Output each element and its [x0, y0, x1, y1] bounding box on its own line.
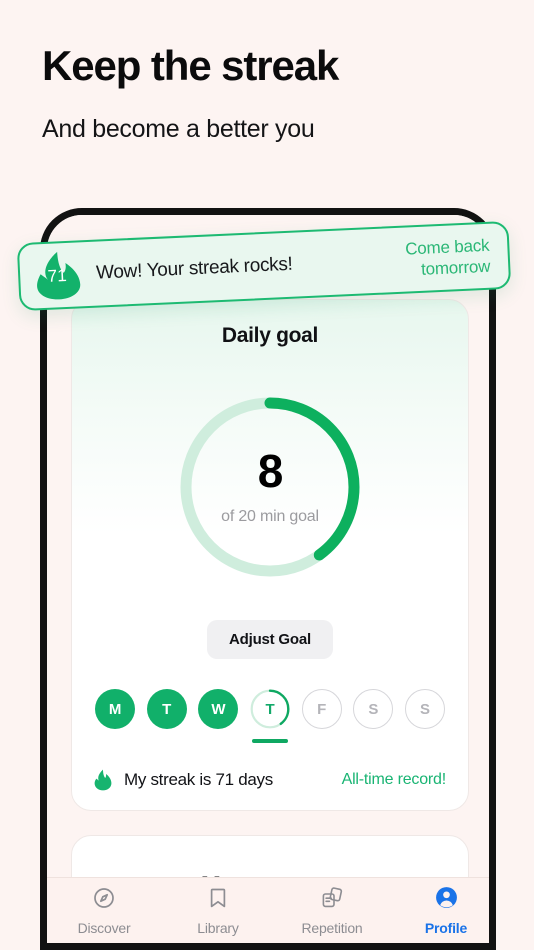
- minutes-done-value: 8: [257, 445, 284, 497]
- adjust-goal-row: Adjust Goal: [72, 620, 468, 659]
- day-circle-done: T: [146, 689, 187, 729]
- streak-summary-row: My streak is 71 days All-time record!: [72, 769, 468, 791]
- active-day-underline: [251, 739, 288, 743]
- day-circle-future: F: [301, 689, 342, 729]
- goal-subtitle: of 20 min goal: [221, 508, 319, 525]
- nav-label: Profile: [424, 920, 468, 936]
- nav-item-repetition[interactable]: Repetition: [275, 886, 389, 936]
- nav-item-library[interactable]: Library: [161, 886, 275, 936]
- nav-label: Discover: [77, 919, 131, 936]
- day-circle-active: T: [250, 689, 290, 729]
- week-day-4[interactable]: F: [301, 689, 343, 729]
- streak-count-value: 71: [47, 265, 68, 286]
- bookmark-icon: [206, 886, 230, 915]
- phone-screen: Daily goal 8 of 20 min goal Adjust Goal …: [47, 215, 489, 943]
- compass-icon: [92, 886, 116, 915]
- week-day-row: MTWTFSS: [72, 689, 468, 743]
- streak-flame-badge: 71: [33, 249, 81, 301]
- all-time-record-label: All-time record!: [341, 770, 447, 788]
- daily-goal-progress-ring: 8 of 20 min goal: [175, 392, 365, 582]
- streak-banner-cta: Come back tomorrow: [405, 235, 491, 281]
- adjust-goal-button[interactable]: Adjust Goal: [207, 620, 333, 659]
- week-day-3[interactable]: T: [249, 689, 291, 743]
- nav-label: Repetition: [301, 919, 363, 936]
- cta-line-2: tomorrow: [420, 256, 491, 279]
- day-circle-done: W: [198, 689, 239, 729]
- page-title: Keep the streak: [42, 42, 339, 89]
- flame-icon: [94, 769, 112, 790]
- page-subtitle: And become a better you: [42, 115, 315, 144]
- day-letter: T: [265, 700, 275, 718]
- promo-header: Keep the streak And become a better you: [42, 42, 502, 144]
- progress-ring-center: 8 of 20 min goal: [175, 448, 365, 526]
- week-day-0[interactable]: M: [94, 689, 136, 729]
- day-circle-future: S: [404, 689, 445, 729]
- week-day-2[interactable]: W: [197, 689, 239, 729]
- week-day-6[interactable]: S: [404, 689, 446, 729]
- nav-label: Library: [197, 919, 239, 936]
- person-icon: [434, 885, 459, 915]
- streak-text: My streak is 71 days: [124, 769, 273, 789]
- day-circle-done: M: [95, 689, 135, 729]
- phone-mockup-frame: Daily goal 8 of 20 min goal Adjust Goal …: [40, 208, 496, 950]
- streak-banner-message: Wow! Your streak rocks!: [95, 253, 293, 284]
- day-circle-future: S: [353, 689, 394, 729]
- week-day-1[interactable]: T: [146, 689, 188, 729]
- cards-icon: [320, 886, 344, 915]
- week-day-5[interactable]: S: [352, 689, 394, 729]
- daily-goal-card: Daily goal 8 of 20 min goal Adjust Goal …: [71, 299, 469, 811]
- nav-item-discover[interactable]: Discover: [47, 886, 161, 936]
- daily-goal-title: Daily goal: [221, 324, 319, 347]
- nav-item-profile[interactable]: Profile: [389, 885, 489, 936]
- bottom-navigation-bar: Discover Library Repetition Profile: [47, 877, 489, 943]
